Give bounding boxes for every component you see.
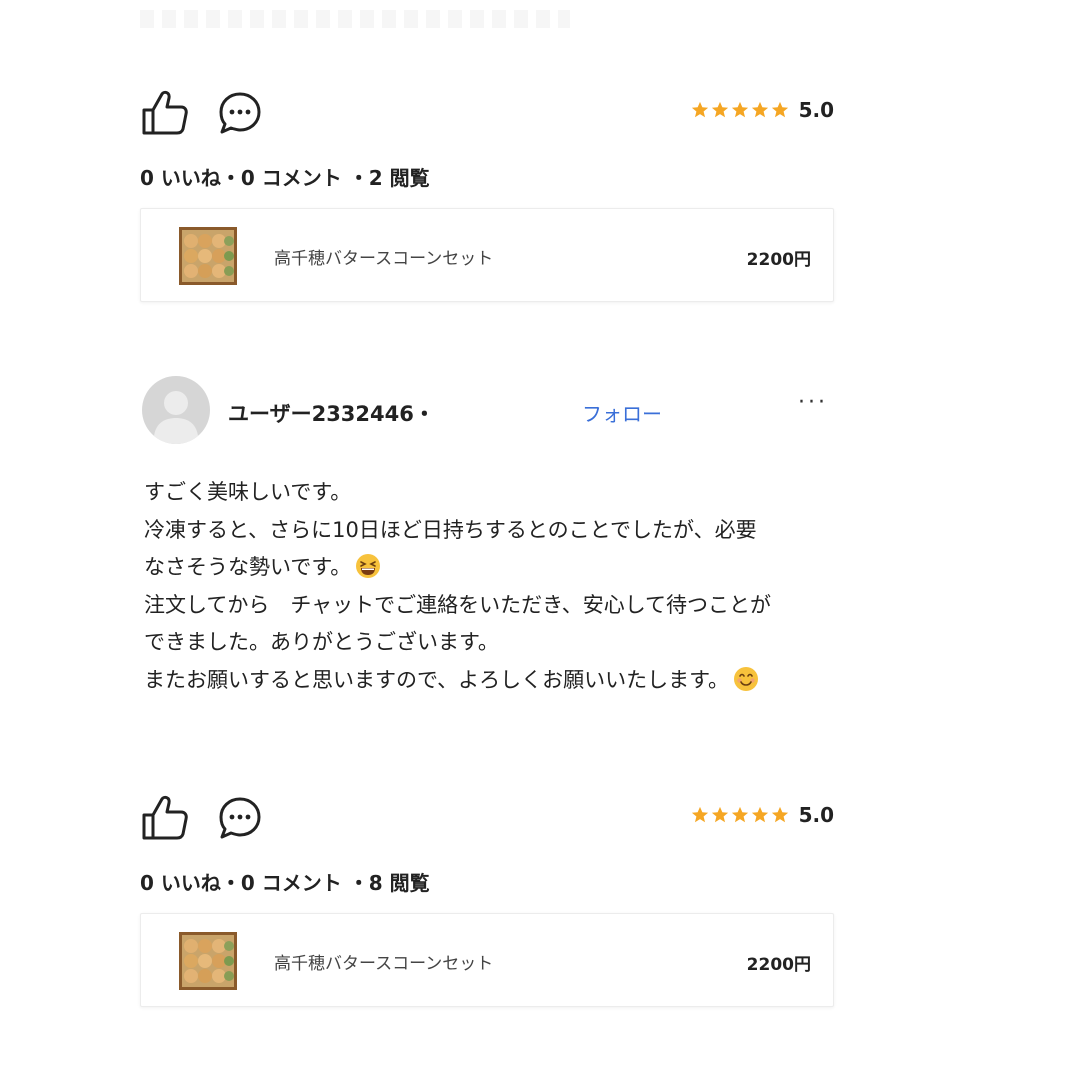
product-name: 高千穂バタースコーンセット — [274, 249, 494, 269]
product-price: 2200円 — [746, 955, 811, 975]
review-line-text: なさそうな勢いです。 — [144, 555, 352, 579]
comment-icon[interactable] — [218, 796, 262, 840]
star-icon — [771, 101, 788, 118]
grinning-squint-emoji-icon — [356, 554, 381, 578]
review-line: またお願いすると思いますので、よろしくお願いいたします。 — [144, 662, 834, 700]
star-icon — [691, 101, 708, 118]
product-name: 高千穂バタースコーンセット — [274, 954, 494, 974]
star-icon — [731, 101, 748, 118]
review-stats: 0 いいね・0 コメント ・8 閲覧 — [140, 871, 430, 895]
review-footer-1: 5.0 0 いいね・0 コメント ・2 閲覧 高千穂バタースコーンセット 220… — [140, 88, 834, 302]
product-thumbnail — [179, 932, 237, 990]
star-icon — [751, 101, 768, 118]
review-actions: 5.0 — [140, 88, 834, 140]
review-line: 冷凍すると、さらに10日ほど日持ちするとのことでしたが、必要 — [144, 517, 757, 542]
review-footer-2: 5.0 0 いいね・0 コメント ・8 閲覧 高千穂バタースコーンセット 220… — [140, 793, 834, 1007]
product-card[interactable]: 高千穂バタースコーンセット 2200円 — [140, 208, 834, 302]
cropped-previous-content — [140, 10, 570, 28]
star-icon — [731, 806, 748, 823]
review-stats: 0 いいね・0 コメント ・2 閲覧 — [140, 166, 430, 190]
smiling-face-emoji-icon — [734, 666, 759, 691]
rating: 5.0 — [691, 803, 834, 827]
star-icon — [711, 806, 728, 823]
star-icon — [691, 806, 708, 823]
rating-value: 5.0 — [798, 98, 834, 122]
rating: 5.0 — [691, 98, 834, 122]
star-icon — [711, 101, 728, 118]
review-body: すごく美味しいです。 冷凍すると、さらに10日ほど日持ちするとのことでしたが、必… — [144, 474, 834, 699]
review-line: すごく美味しいです。 — [144, 480, 352, 504]
thumbs-up-icon[interactable] — [140, 793, 190, 843]
product-card[interactable]: 高千穂バタースコーンセット 2200円 — [140, 913, 834, 1007]
comment-icon[interactable] — [218, 91, 262, 135]
star-rating — [691, 101, 789, 119]
more-icon[interactable]: ··· — [798, 390, 828, 415]
avatar-placeholder-icon[interactable] — [142, 376, 210, 444]
star-rating — [691, 806, 789, 824]
review-line: なさそうな勢いです。 — [144, 549, 834, 587]
review-actions: 5.0 — [140, 793, 834, 845]
review-author-row: ユーザー2332446・ フォロー ··· — [140, 376, 834, 446]
review-line: 注文してから チャットでご連絡をいただき、安心して待つことが — [144, 592, 772, 617]
follow-link[interactable]: フォロー — [582, 398, 662, 427]
review-line-text: またお願いすると思いますので、よろしくお願いいたします。 — [144, 667, 730, 692]
rating-value: 5.0 — [798, 803, 834, 827]
star-icon — [771, 806, 788, 823]
username[interactable]: ユーザー2332446・ — [228, 398, 435, 428]
product-price: 2200円 — [746, 250, 811, 270]
star-icon — [751, 806, 768, 823]
thumbs-up-icon[interactable] — [140, 88, 190, 138]
review-line: できました。ありがとうございます。 — [144, 630, 499, 654]
product-thumbnail — [179, 227, 237, 285]
